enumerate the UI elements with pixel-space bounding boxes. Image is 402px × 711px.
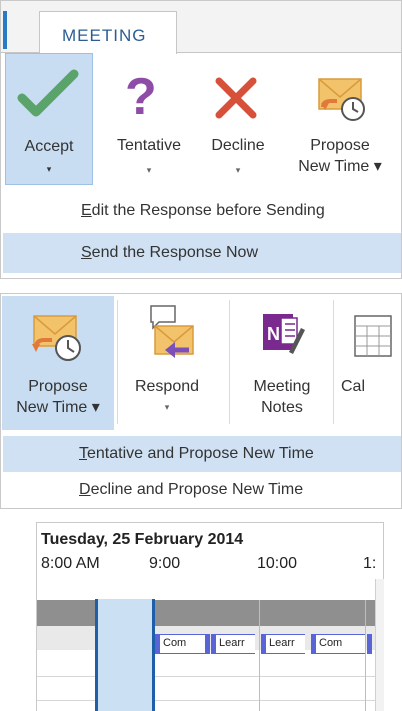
time-label: 10:00 [257,555,298,572]
menu-item-tentative-propose[interactable]: Tentative and Propose New Time [3,436,401,472]
grid-line [259,600,260,711]
calendar-button[interactable]: Cal [339,296,402,430]
appointment-block[interactable]: Learr [211,634,255,654]
decline-button[interactable]: Decline ▾ [197,55,279,183]
grid-line [365,600,366,711]
calendar-date-heading: Tuesday, 25 February 2014 [41,531,244,548]
meeting-notes-button[interactable]: N Meeting Notes [235,296,329,430]
grid-line [37,700,375,701]
menu-item-decline-text: Decline and Propose New Time [79,481,303,499]
menu-item-send-now[interactable]: Send the Response Now [3,233,401,273]
checkmark-icon [16,66,80,131]
envelope-clock-icon [317,77,369,128]
separator [229,300,230,424]
tab-accent-bar [3,11,7,49]
accept-button[interactable]: Accept ▾ [5,53,93,185]
edit-accel-key: E [81,202,92,219]
respond-label: Respond [134,378,200,395]
appointment-block[interactable]: Learr [261,634,305,654]
appointment-block[interactable]: Com [311,634,365,654]
menu-item-send-text: Send the Response Now [81,244,258,262]
respond-button[interactable]: Respond ▾ [117,296,217,430]
meeting-notes-label-line2: Notes [261,399,303,416]
propose-label-line2: New Time ▾ [298,158,382,175]
edit-label-rest: dit the Response before Sending [91,202,325,219]
calendar-time-grid[interactable]: Com Learr Learr Com [37,579,375,711]
time-label: 1: [363,555,377,572]
appointment-edge [205,634,210,654]
decline-accel-key: D [79,481,91,498]
selected-time-slot[interactable] [95,599,155,711]
calendar-label: Cal [341,378,366,395]
propose-label-line1: Propose [28,378,88,395]
accept-label: Accept [24,138,74,155]
menu-item-decline-propose[interactable]: Decline and Propose New Time [3,472,401,508]
time-label: 8:00 AM [41,555,100,572]
decline-label-rest: ecline and Propose New Time [90,481,304,498]
question-mark-icon: ? [125,68,157,126]
menu-item-tentative-text: Tentative and Propose New Time [79,445,314,463]
vertical-scrollbar[interactable] [375,579,384,711]
tab-meeting-label: MEETING [62,26,147,45]
grid-line [37,676,375,677]
svg-text:N: N [267,324,280,344]
decline-label: Decline [211,137,265,154]
respond-dropdown-arrow[interactable]: ▾ [117,402,217,414]
envelope-clock-icon [30,314,86,369]
time-label: 9:00 [149,555,181,572]
appointment-edge [367,634,372,654]
calendar-day-view: Tuesday, 25 February 2014 8:00 AM 9:00 1… [36,522,384,711]
separator [333,300,334,424]
tentative-label-rest: entative and Propose New Time [87,445,314,462]
tentative-button[interactable]: ? Tentative ▾ [97,55,201,183]
appointment-block[interactable]: Com [155,634,205,654]
meeting-notes-label-line1: Meeting [253,378,311,395]
propose-new-time-ribbon: Propose New Time ▾ Respond ▾ N Meeting N… [0,293,402,509]
send-accel-key: S [81,244,92,261]
tab-meeting[interactable]: MEETING [39,11,177,54]
menu-item-edit-response[interactable]: Edit the Response before Sending [3,191,401,231]
menu-item-edit-text: Edit the Response before Sending [81,202,325,220]
send-label-rest: end the Response Now [91,244,258,261]
propose-new-time-button[interactable]: Propose New Time ▾ [2,296,114,430]
calendar-allday-band [37,600,375,626]
propose-label-line1: Propose [310,137,370,154]
onenote-icon: N [259,308,305,363]
tentative-label: Tentative [116,137,182,154]
reply-envelope-icon [145,302,195,369]
ribbon-tab-strip: MEETING [1,1,401,54]
meeting-response-ribbon: MEETING Accept ▾ ? Tentative ▾ Decline ▾ [0,0,402,279]
tentative-dropdown-arrow[interactable]: ▾ [97,165,201,177]
decline-dropdown-arrow[interactable]: ▾ [197,165,279,177]
calendar-icon [353,314,393,363]
accept-dropdown-arrow[interactable]: ▾ [6,164,92,176]
propose-new-time-button[interactable]: Propose New Time ▾ [281,55,399,183]
x-icon [213,75,259,126]
tentative-accel-key: T [79,445,87,462]
propose-label-line2: New Time ▾ [16,399,100,416]
